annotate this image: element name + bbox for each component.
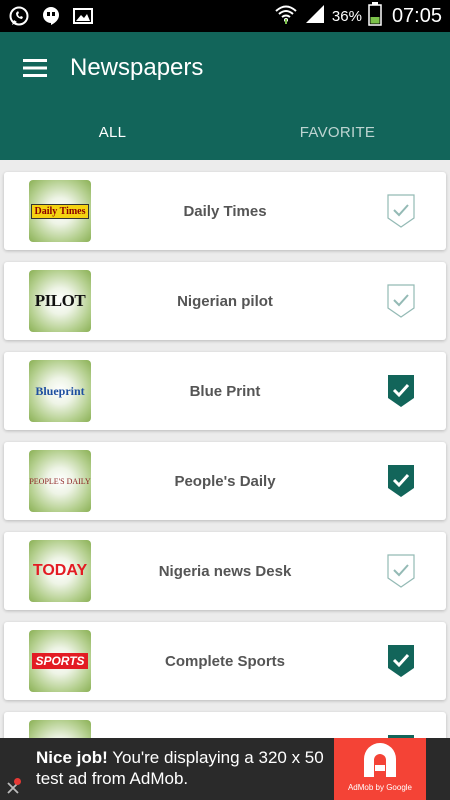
- newspaper-logo: PILOT: [29, 270, 91, 332]
- wifi-icon: [274, 3, 298, 30]
- app-bar: Newspapers ALL FAVORITE: [0, 32, 450, 160]
- checked-badge-icon[interactable]: [386, 373, 416, 409]
- tab-favorite[interactable]: FAVORITE: [225, 104, 450, 160]
- ad-indicator-dot: [14, 778, 21, 785]
- newspaper-name: Nigeria news Desk: [158, 562, 292, 580]
- clock: 07:05: [391, 4, 442, 27]
- ad-message: Nice job! You're displaying a 320 x 50 t…: [36, 747, 331, 789]
- newspaper-logo: Daily Times: [29, 180, 91, 242]
- newspaper-name: Blue Print: [189, 382, 261, 400]
- logo-text: Blueprint: [35, 383, 85, 398]
- newspaper-logo: [29, 720, 91, 738]
- ad-headline: Nice job!: [36, 748, 108, 767]
- page-title: Newspapers: [70, 54, 204, 81]
- gallery-icon: [72, 5, 94, 27]
- newspaper-name: People's Daily: [174, 472, 276, 490]
- list-item[interactable]: PILOT Nigerian pilot: [4, 262, 446, 340]
- logo-text: Daily Times: [31, 203, 89, 219]
- list-item[interactable]: SPORTS Complete Sports: [4, 622, 446, 700]
- list-item[interactable]: PEOPLE'S DAILY People's Daily: [4, 442, 446, 520]
- admob-logo[interactable]: AdMob by Google: [334, 738, 426, 800]
- checked-badge-icon[interactable]: [386, 463, 416, 499]
- toolbar: Newspapers: [0, 32, 450, 104]
- list-item[interactable]: [4, 712, 446, 738]
- admob-icon: [364, 743, 396, 777]
- newspaper-name: Complete Sports: [164, 652, 285, 670]
- logo-text: SPORTS: [32, 653, 88, 669]
- tab-bar: ALL FAVORITE: [0, 104, 450, 160]
- tab-all[interactable]: ALL: [0, 104, 225, 160]
- logo-text: PEOPLE'S DAILY: [29, 476, 91, 486]
- newspaper-list[interactable]: Daily Times Daily Times PILOT Nigerian p…: [0, 160, 450, 738]
- signal-icon: [304, 4, 326, 29]
- list-item[interactable]: Blueprint Blue Print: [4, 352, 446, 430]
- logo-text: PILOT: [34, 291, 86, 310]
- list-item[interactable]: Daily Times Daily Times: [4, 172, 446, 250]
- ad-brand-label: AdMob by Google: [347, 783, 413, 792]
- newspaper-logo: TODAY: [29, 540, 91, 602]
- newspaper-logo: SPORTS: [29, 630, 91, 692]
- status-bar: 36% 07:05: [0, 0, 450, 32]
- newspaper-name: Nigerian pilot: [177, 292, 273, 310]
- unchecked-badge-icon[interactable]: [386, 553, 416, 589]
- battery-icon: [368, 1, 382, 31]
- battery-percent: 36%: [331, 7, 362, 25]
- unchecked-badge-icon[interactable]: [386, 193, 416, 229]
- menu-button[interactable]: [0, 32, 70, 104]
- hangouts-icon: [40, 5, 62, 27]
- newspaper-logo: PEOPLE'S DAILY: [29, 450, 91, 512]
- logo-text: TODAY: [32, 562, 88, 579]
- ad-banner[interactable]: Nice job! You're displaying a 320 x 50 t…: [0, 738, 450, 800]
- newspaper-logo: Blueprint: [29, 360, 91, 422]
- hamburger-menu-icon: [23, 59, 47, 77]
- checked-badge-icon[interactable]: [386, 643, 416, 679]
- unchecked-badge-icon[interactable]: [386, 283, 416, 319]
- newspaper-name: Daily Times: [183, 202, 267, 220]
- whatsapp-icon: [8, 5, 30, 27]
- list-item[interactable]: TODAY Nigeria news Desk: [4, 532, 446, 610]
